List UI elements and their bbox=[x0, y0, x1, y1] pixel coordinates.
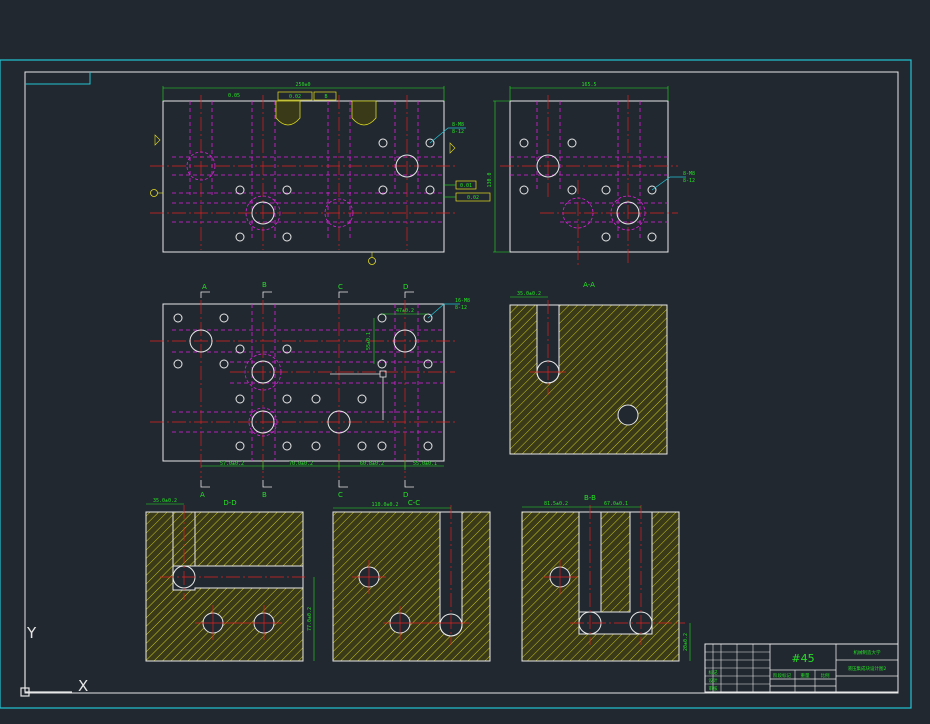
datum-b-label: B bbox=[324, 94, 327, 100]
middle-callout: 16-M8 bbox=[455, 298, 470, 304]
right-view-hidden-lines bbox=[510, 101, 668, 240]
top-view-holes bbox=[235, 138, 435, 242]
top-view-center-lines bbox=[150, 95, 455, 250]
section-markers-top: A B C D bbox=[200, 281, 414, 298]
cut-a-bottom: A bbox=[200, 491, 205, 499]
section-dd: D-D 35.0±0.2 77.0±0.2 bbox=[145, 498, 315, 662]
top-width-dim: 250±0 bbox=[295, 82, 310, 88]
top-view-callout: 8-M8 8-12 bbox=[429, 122, 466, 144]
middle-dim-1: 57.0±0.2 bbox=[220, 461, 244, 467]
corner-tab bbox=[25, 72, 91, 85]
ucs-icon: Y X bbox=[20, 624, 88, 697]
cad-drawing-canvas[interactable]: 250±0 0.02 B 0.05 8-M8 8-12 0.01 0.02 16… bbox=[0, 0, 930, 724]
right-height-dim: 130.0 bbox=[487, 172, 493, 187]
section-bb-title: B-B bbox=[584, 494, 596, 502]
middle-dim-4: 55.0±0.1 bbox=[413, 461, 437, 467]
datum-markers bbox=[150, 134, 456, 265]
top-view: 250±0 0.02 B 0.05 8-M8 8-12 0.01 0.02 bbox=[150, 82, 491, 265]
right-view-center-lines bbox=[500, 95, 678, 265]
section-markers-bottom: A B C D bbox=[200, 480, 414, 499]
flatness-tol: 0.05 bbox=[228, 93, 240, 99]
title-block-school: 机械制造大学 bbox=[854, 649, 881, 656]
middle-dim-vert: 55±0.1 bbox=[366, 332, 372, 350]
top-view-hidden-lines bbox=[172, 101, 444, 240]
ucs-y-label: Y bbox=[26, 624, 37, 642]
cut-c-bottom: C bbox=[338, 491, 343, 499]
middle-dim-3: 60.8±0.2 bbox=[360, 461, 384, 467]
right-view-dim-top: 165.5 bbox=[509, 82, 669, 101]
right-view-dim-side: 130.0 bbox=[487, 100, 510, 253]
section-cc-dim-top: 110.0±0.2 bbox=[371, 502, 398, 508]
cut-b-bottom: B bbox=[262, 491, 267, 499]
right-view-callout: 8-M8 8-12 bbox=[651, 171, 695, 191]
middle-view-hidden-lines bbox=[172, 304, 444, 461]
top-view-dim-top: 250±0 bbox=[162, 82, 445, 101]
ucs-x-label: X bbox=[78, 677, 88, 695]
right-view: 165.5 130.0 8-M8 8-12 bbox=[487, 82, 695, 265]
middle-view-outline bbox=[162, 303, 445, 462]
top-view-wells bbox=[275, 100, 377, 126]
section-aa-title: A-A bbox=[583, 281, 595, 289]
cut-a-top: A bbox=[202, 283, 207, 291]
title-block-grid bbox=[705, 644, 770, 692]
top-view-outline bbox=[162, 100, 445, 253]
section-aa: A-A 35.0±0.2 bbox=[509, 281, 668, 455]
title-block-row-2: 设计 bbox=[709, 677, 718, 684]
top-callout-label: 8-M8 bbox=[452, 122, 464, 128]
middle-view-dims: 47±0.2 55±0.1 16-M8 8-12 57.0±0.2 70.0±0… bbox=[201, 298, 470, 470]
middle-dim-top: 47±0.2 bbox=[396, 308, 414, 314]
cut-d-bottom: D bbox=[403, 491, 408, 499]
side-tol-frames: 0.01 0.02 bbox=[444, 180, 491, 202]
title-block-drawing-name: 液压集成块设计图2 bbox=[848, 665, 887, 672]
cut-c-top: C bbox=[338, 283, 343, 291]
title-block-material: #45 bbox=[791, 652, 814, 665]
right-callout-sub: 8-12 bbox=[683, 178, 695, 184]
right-width-dim: 165.5 bbox=[581, 82, 596, 88]
section-bb-dim-top-2: 67.0±0.1 bbox=[604, 501, 628, 507]
section-dd-title: D-D bbox=[223, 499, 236, 507]
section-aa-dim: 35.0±0.2 bbox=[517, 291, 541, 297]
section-cc: C-C 110.0±0.2 bbox=[332, 499, 491, 662]
section-cc-title: C-C bbox=[408, 499, 420, 507]
title-block-col-3: 比例 bbox=[821, 672, 830, 679]
title-block-row-1: 标记 bbox=[709, 669, 718, 676]
section-aa-through-hole bbox=[617, 404, 639, 426]
side-tol-1: 0.01 bbox=[460, 183, 472, 189]
section-dd-dim-top: 35.0±0.2 bbox=[153, 498, 177, 504]
title-block-col-2: 重量 bbox=[801, 672, 810, 679]
title-block-row-3: 审核 bbox=[709, 685, 718, 692]
cut-d-top: D bbox=[403, 283, 408, 291]
top-callout-sub: 8-12 bbox=[452, 129, 464, 135]
section-aa-body bbox=[509, 304, 668, 455]
side-tol-2: 0.02 bbox=[467, 195, 479, 201]
section-dd-dim-side: 77.0±0.2 bbox=[307, 607, 313, 631]
section-bb-dim-top-1: 81.5±0.2 bbox=[544, 501, 568, 507]
right-view-holes bbox=[519, 138, 657, 242]
middle-view-center-lines bbox=[150, 300, 455, 478]
middle-view: A B C D A B C D 47±0.2 55±0.1 16-M8 8-12… bbox=[150, 281, 470, 499]
middle-view-holes bbox=[173, 313, 433, 451]
middle-callout-sub: 8-12 bbox=[455, 305, 467, 311]
cut-b-top: B bbox=[262, 281, 267, 289]
tol-frames: 0.02 B 0.05 bbox=[228, 91, 337, 101]
section-cc-body bbox=[332, 511, 491, 662]
middle-dim-2: 70.0±0.2 bbox=[289, 461, 313, 467]
parallel-tol: 0.02 bbox=[289, 94, 301, 100]
right-view-outline bbox=[509, 100, 669, 253]
right-callout-label: 8-M8 bbox=[683, 171, 695, 177]
top-view-bolt-patterns bbox=[186, 151, 354, 231]
title-block: #45 机械制造大学 液压集成块设计图2 标记 设计 审核 阶段标记 重量 比例 bbox=[704, 643, 899, 693]
section-bb-dim-side: 20±0.2 bbox=[683, 633, 689, 651]
section-bb: B-B 81.5±0.2 67.0±0.1 20±0.2 bbox=[521, 494, 691, 662]
title-block-col-1: 阶段标记 bbox=[773, 672, 791, 679]
